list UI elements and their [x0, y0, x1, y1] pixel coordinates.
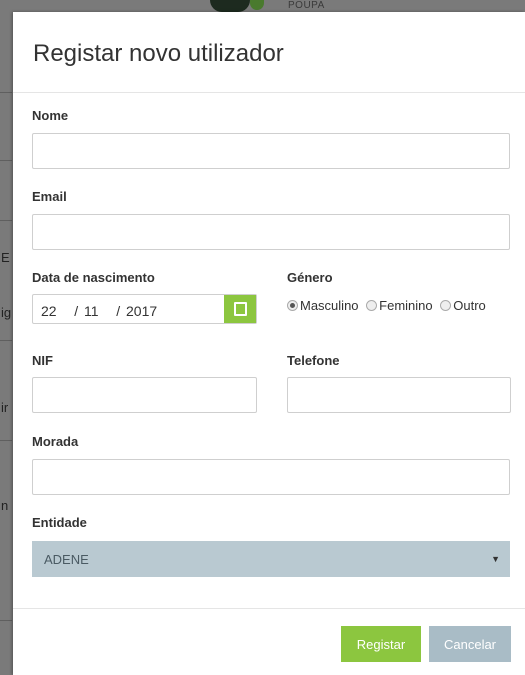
birthdate-input[interactable]: 22 / 11 / 2017: [32, 294, 257, 324]
gender-option-masculino[interactable]: Masculino: [287, 298, 359, 313]
footer-divider: [13, 608, 525, 609]
nif-label: NIF: [32, 353, 53, 368]
modal-title: Registar novo utilizador: [33, 40, 284, 67]
background-divider: [0, 160, 12, 161]
radio-button-checked[interactable]: [287, 300, 298, 311]
background-logo: [210, 0, 274, 12]
cancelar-button[interactable]: Cancelar: [429, 626, 511, 662]
entidade-label: Entidade: [32, 515, 87, 530]
caret-down-icon: ▼: [491, 554, 500, 564]
telefone-input[interactable]: [287, 377, 511, 413]
entidade-select[interactable]: ADENE ▼: [32, 541, 510, 577]
nif-input[interactable]: [32, 377, 257, 413]
email-input[interactable]: [32, 214, 510, 250]
background-divider: [0, 440, 12, 441]
gender-option-outro[interactable]: Outro: [440, 298, 486, 313]
morada-label: Morada: [32, 434, 79, 449]
calendar-button[interactable]: [224, 295, 256, 323]
gender-label: Género: [287, 270, 333, 285]
email-label: Email: [32, 189, 67, 204]
birthdate-label: Data de nascimento: [32, 270, 155, 285]
nome-label: Nome: [32, 108, 69, 123]
calendar-icon: [234, 302, 247, 316]
background-divider: [0, 340, 12, 341]
modal-header: Registar novo utilizador: [13, 12, 525, 93]
nome-input[interactable]: [32, 133, 510, 169]
background-logo-text: POUPA: [288, 0, 325, 11]
registar-button[interactable]: Registar: [341, 626, 421, 662]
gender-radio-group: Masculino Feminino Outro: [287, 298, 490, 313]
morada-input[interactable]: [32, 459, 510, 495]
background-divider: [0, 620, 12, 621]
background-divider: [0, 220, 12, 221]
birthdate-value: 22 / 11 / 2017: [41, 303, 158, 319]
background-text: E: [1, 250, 10, 265]
background-text: n: [1, 498, 9, 513]
radio-button[interactable]: [366, 300, 378, 311]
gender-option-feminino[interactable]: Feminino: [366, 298, 433, 313]
entidade-selected-value: ADENE: [44, 552, 89, 567]
telefone-label: Telefone: [287, 353, 340, 368]
background-divider: [0, 92, 12, 93]
register-user-modal: Registar novo utilizador Nome Email Data…: [13, 12, 525, 675]
background-text: ir: [1, 400, 9, 415]
radio-button[interactable]: [440, 300, 452, 311]
background-text: ig: [1, 305, 12, 320]
